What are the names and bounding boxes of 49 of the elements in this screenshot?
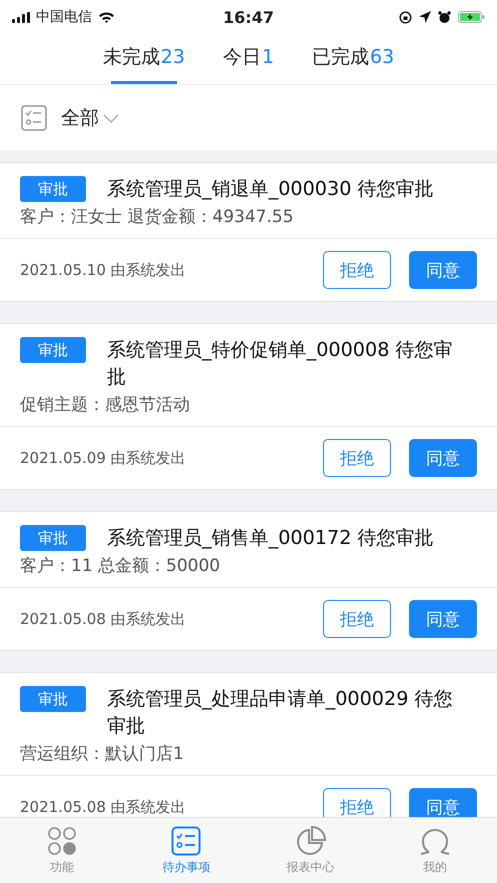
wifi-icon	[98, 11, 115, 23]
approve-button[interactable]: 同意	[409, 600, 477, 638]
task-source: 2021.05.08 由系统发出	[20, 798, 187, 816]
carrier-name: 中国电信	[36, 8, 92, 26]
approve-button[interactable]: 同意	[409, 439, 477, 477]
filter-dropdown[interactable]: 全部	[61, 104, 119, 130]
task-title: 系统管理员_销售单_000172 待您审批	[107, 525, 434, 551]
circles-grid-icon	[47, 826, 78, 856]
nav-tab[interactable]: 功能	[0, 818, 124, 883]
approval-tag: 审批	[20, 686, 86, 712]
reject-button[interactable]: 拒绝	[323, 251, 391, 289]
pie-chart-icon	[296, 826, 326, 856]
chevron-down-icon	[103, 114, 119, 123]
nav-tab[interactable]: 我的	[372, 818, 497, 883]
alarm-icon	[438, 10, 451, 24]
task-title: 系统管理员_销退单_000030 待您审批	[107, 176, 434, 202]
clock-time: 16:47	[223, 8, 274, 26]
reject-button[interactable]: 拒绝	[323, 439, 391, 477]
task-detail: 客户：汪女士 退货金额：49347.55	[20, 206, 295, 228]
approval-tag: 审批	[20, 176, 86, 202]
reject-button[interactable]: 拒绝	[323, 600, 391, 638]
approval-tag: 审批	[20, 525, 86, 551]
location-arrow-icon	[419, 11, 431, 23]
approve-button[interactable]: 同意	[409, 251, 477, 289]
reject-button[interactable]: 拒绝	[323, 788, 391, 817]
task-card[interactable]: 审批 系统管理员_销退单_000030 待您审批 客户：汪女士 退货金额：49347.55 2021.05.10 由系统发出 拒绝 同意	[0, 162, 497, 302]
task-card[interactable]: 审批 系统管理员_特价促销单_000008 待您审批 促销主题：感恩节活动 2021.05.09 由系统发出 拒绝 同意	[0, 323, 497, 490]
nav-tab[interactable]: 报表中心	[248, 818, 373, 883]
tab[interactable]: 未完成23	[102, 34, 185, 84]
battery-icon	[458, 11, 485, 23]
task-card[interactable]: 审批 系统管理员_处理品申请单_000029 待您审批 营运组织：默认门店1 2021.05.08 由系统发出 拒绝 同意	[0, 672, 497, 817]
task-source: 2021.05.08 由系统发出	[20, 610, 187, 628]
rotation-lock-icon	[399, 10, 412, 24]
signal-icon	[12, 12, 30, 22]
task-detail: 促销主题：感恩节活动	[20, 394, 191, 416]
task-source: 2021.05.10 由系统发出	[20, 260, 187, 280]
task-detail: 营运组织：默认门店1	[20, 743, 185, 765]
checklist-icon	[171, 826, 202, 856]
task-source: 2021.05.09 由系统发出	[20, 448, 187, 468]
tab[interactable]: 已完成63	[312, 34, 394, 84]
task-title: 系统管理员_处理品申请单_000029 待您审批	[107, 686, 454, 739]
checklist-icon[interactable]	[21, 104, 47, 130]
task-card[interactable]: 审批 系统管理员_销售单_000172 待您审批 客户：11 总金额：50000 2021.05.08 由系统发出 拒绝 同意	[0, 511, 497, 651]
task-detail: 客户：11 总金额：50000	[20, 555, 222, 577]
tab[interactable]: 今日 1	[222, 34, 274, 84]
approval-tag: 审批	[20, 337, 86, 363]
approve-button[interactable]: 同意	[409, 788, 477, 817]
task-title: 系统管理员_特价促销单_000008 待您审批	[107, 337, 454, 390]
nav-tab[interactable]: 待办事项	[124, 818, 248, 883]
